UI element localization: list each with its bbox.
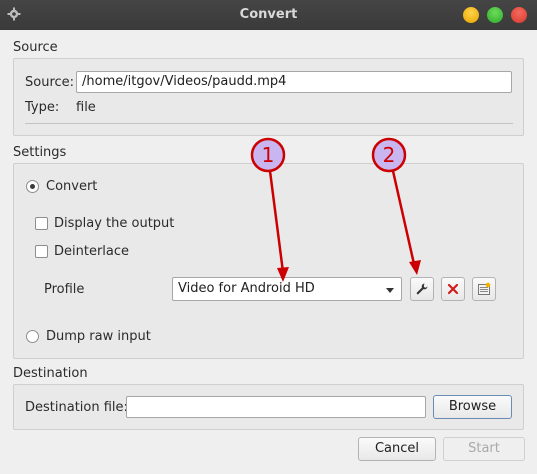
- annotation-1-number: 1: [262, 143, 275, 167]
- annotation-2-number: 2: [383, 143, 396, 167]
- annotation-overlay: 1 2: [250, 137, 421, 282]
- convert-dialog: Convert Source Source: /home/itgov/Video…: [0, 0, 537, 474]
- annotation-2: 2: [371, 137, 421, 275]
- annotation-1: 1: [250, 137, 289, 282]
